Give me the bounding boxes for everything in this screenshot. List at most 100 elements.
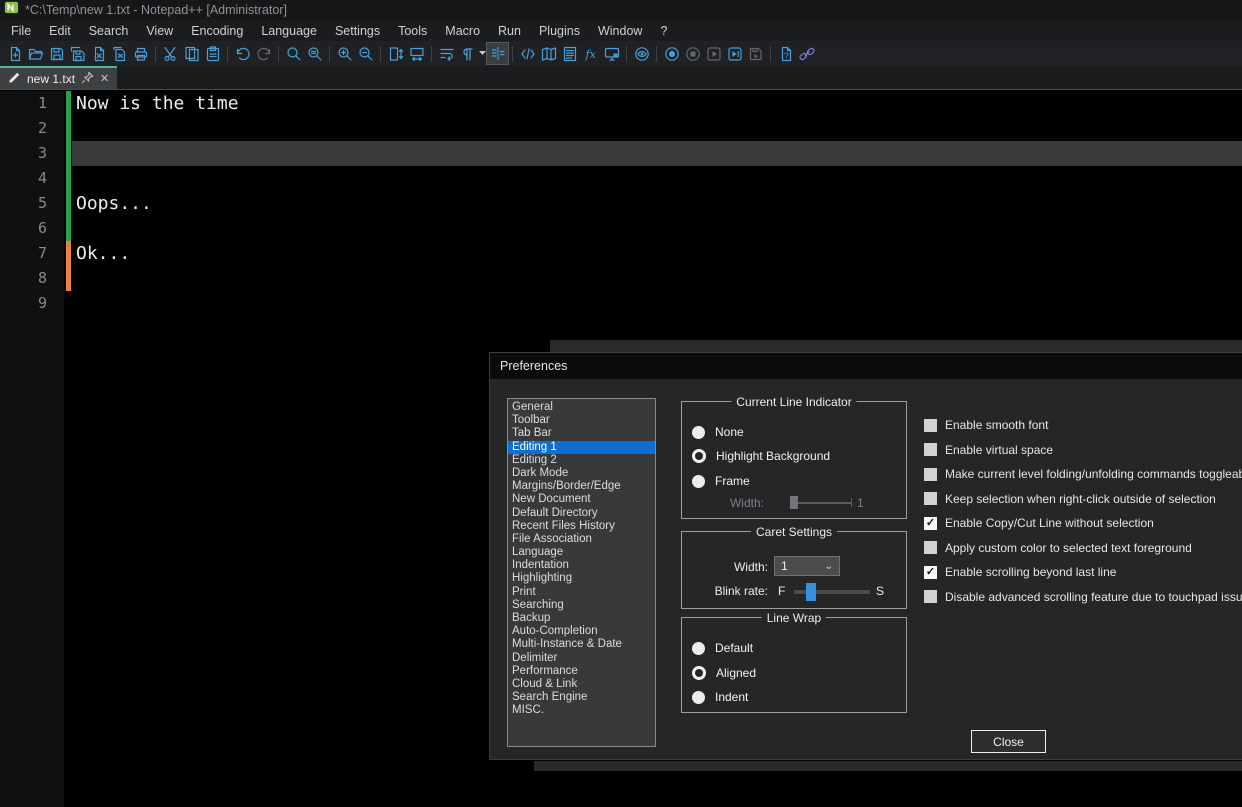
checkbox-enable-virtual-space[interactable]: Enable virtual space — [924, 442, 1053, 458]
unchecked-checkbox-icon[interactable] — [924, 419, 937, 432]
checkbox-disable-advanced-scrolling-feature-due-to-touchpad-issue[interactable]: Disable advanced scrolling feature due t… — [924, 589, 1242, 605]
cut-icon[interactable] — [160, 43, 181, 64]
cli-width-slider[interactable] — [790, 502, 852, 504]
unchecked-checkbox-icon[interactable] — [924, 590, 937, 603]
menu-edit[interactable]: Edit — [40, 22, 80, 40]
category-new-document[interactable]: New Document — [508, 493, 655, 506]
category-delimiter[interactable]: Delimiter — [508, 652, 655, 665]
close-tab-icon[interactable]: ✕ — [100, 72, 109, 85]
checkbox-enable-copy-cut-line-without-selection[interactable]: ✓Enable Copy/Cut Line without selection — [924, 515, 1154, 531]
line-wrap-option-indent[interactable]: Indent — [692, 690, 748, 704]
line-wrap-option-default[interactable]: Default — [692, 641, 753, 655]
save-all-icon[interactable] — [67, 43, 88, 64]
radio-icon[interactable] — [692, 642, 705, 655]
find-icon[interactable] — [283, 43, 304, 64]
category-dark-mode[interactable]: Dark Mode — [508, 467, 655, 480]
caret-width-select[interactable]: 1 ⌄ — [774, 556, 840, 576]
category-backup[interactable]: Backup — [508, 612, 655, 625]
menu-encoding[interactable]: Encoding — [182, 22, 252, 40]
document-map-icon[interactable] — [538, 43, 559, 64]
redo-icon[interactable] — [253, 43, 274, 64]
category-misc[interactable]: MISC. — [508, 704, 655, 717]
menu-settings[interactable]: Settings — [326, 22, 389, 40]
category-file-association[interactable]: File Association — [508, 533, 655, 546]
macro-playback-icon[interactable] — [703, 43, 724, 64]
blink-rate-slider-thumb[interactable] — [806, 583, 816, 601]
close-all-documents-icon[interactable] — [109, 43, 130, 64]
unchecked-checkbox-icon[interactable] — [924, 541, 937, 554]
unchecked-checkbox-icon[interactable] — [924, 468, 937, 481]
unchecked-checkbox-icon[interactable] — [924, 443, 937, 456]
category-auto-completion[interactable]: Auto-Completion — [508, 625, 655, 638]
menu-macro[interactable]: Macro — [436, 22, 489, 40]
document-template-icon[interactable]: ? — [775, 43, 796, 64]
monitoring-icon[interactable] — [631, 43, 652, 64]
radio-icon[interactable] — [692, 449, 706, 463]
category-indentation[interactable]: Indentation — [508, 559, 655, 572]
zoom-out-icon[interactable] — [355, 43, 376, 64]
close-document-icon[interactable] — [88, 43, 109, 64]
category-print[interactable]: Print — [508, 586, 655, 599]
radio-icon[interactable] — [692, 666, 706, 680]
undo-icon[interactable] — [232, 43, 253, 64]
menu-tools[interactable]: Tools — [389, 22, 436, 40]
unchecked-checkbox-icon[interactable] — [924, 492, 937, 505]
save-icon[interactable] — [46, 43, 67, 64]
function-list-icon[interactable]: fx — [580, 43, 601, 64]
menu-window[interactable]: Window — [589, 22, 651, 40]
radio-icon[interactable] — [692, 426, 705, 439]
paste-icon[interactable] — [202, 43, 223, 64]
category-searching[interactable]: Searching — [508, 599, 655, 612]
menu-file[interactable]: File — [2, 22, 40, 40]
line-wrap-option-aligned[interactable]: Aligned — [692, 666, 756, 680]
print-icon[interactable] — [130, 43, 151, 64]
open-folder-icon[interactable] — [25, 43, 46, 64]
category-tab-bar[interactable]: Tab Bar — [508, 427, 655, 440]
checkbox-enable-scrolling-beyond-last-line[interactable]: ✓Enable scrolling beyond last line — [924, 564, 1116, 580]
category-highlighting[interactable]: Highlighting — [508, 572, 655, 585]
macro-record-icon[interactable] — [661, 43, 682, 64]
hyperlink-icon[interactable] — [796, 43, 817, 64]
radio-icon[interactable] — [692, 475, 705, 488]
macro-stop-icon[interactable] — [682, 43, 703, 64]
category-multi-instance-date[interactable]: Multi-Instance & Date — [508, 638, 655, 651]
sync-horizontal-scroll-icon[interactable] — [406, 43, 427, 64]
zoom-in-icon[interactable] — [334, 43, 355, 64]
menu-item[interactable]: ? — [651, 22, 676, 40]
close-button[interactable]: Close — [971, 730, 1046, 753]
code-view-icon[interactable] — [517, 43, 538, 64]
menu-view[interactable]: View — [137, 22, 182, 40]
copy-icon[interactable] — [181, 43, 202, 64]
show-all-characters-dropdown-caret[interactable] — [478, 43, 487, 64]
document-list-icon[interactable] — [559, 43, 580, 64]
category-search-engine[interactable]: Search Engine — [508, 691, 655, 704]
menu-run[interactable]: Run — [489, 22, 530, 40]
pin-tab-icon[interactable] — [81, 71, 94, 87]
category-toolbar[interactable]: Toolbar — [508, 414, 655, 427]
checkbox-make-current-level-folding-unfolding-commands-toggleable[interactable]: Make current level folding/unfolding com… — [924, 466, 1242, 482]
new-file-icon[interactable] — [4, 43, 25, 64]
category-recent-files-history[interactable]: Recent Files History — [508, 520, 655, 533]
category-editing-2[interactable]: Editing 2 — [508, 454, 655, 467]
checkbox-keep-selection-when-right-click-outside-of-selection[interactable]: Keep selection when right-click outside … — [924, 491, 1216, 507]
checked-checkbox-icon[interactable]: ✓ — [924, 566, 937, 579]
menu-search[interactable]: Search — [80, 22, 138, 40]
show-all-characters-icon[interactable] — [457, 43, 478, 64]
category-editing-1[interactable]: Editing 1 — [508, 441, 655, 454]
macro-run-multiple-icon[interactable] — [724, 43, 745, 64]
cli-width-slider-thumb[interactable] — [790, 496, 798, 509]
current-line-indicator-option-highlight-background[interactable]: Highlight Background — [692, 449, 830, 463]
checkbox-enable-smooth-font[interactable]: Enable smooth font — [924, 417, 1048, 433]
category-performance[interactable]: Performance — [508, 665, 655, 678]
macro-save-icon[interactable] — [745, 43, 766, 64]
radio-icon[interactable] — [692, 691, 705, 704]
sync-vertical-scroll-icon[interactable] — [385, 43, 406, 64]
menu-plugins[interactable]: Plugins — [530, 22, 589, 40]
replace-icon[interactable] — [304, 43, 325, 64]
category-language[interactable]: Language — [508, 546, 655, 559]
word-wrap-icon[interactable] — [436, 43, 457, 64]
category-default-directory[interactable]: Default Directory — [508, 507, 655, 520]
checkbox-apply-custom-color-to-selected-text-foreground[interactable]: Apply custom color to selected text fore… — [924, 540, 1192, 556]
category-cloud-link[interactable]: Cloud & Link — [508, 678, 655, 691]
category-margins-border-edge[interactable]: Margins/Border/Edge — [508, 480, 655, 493]
